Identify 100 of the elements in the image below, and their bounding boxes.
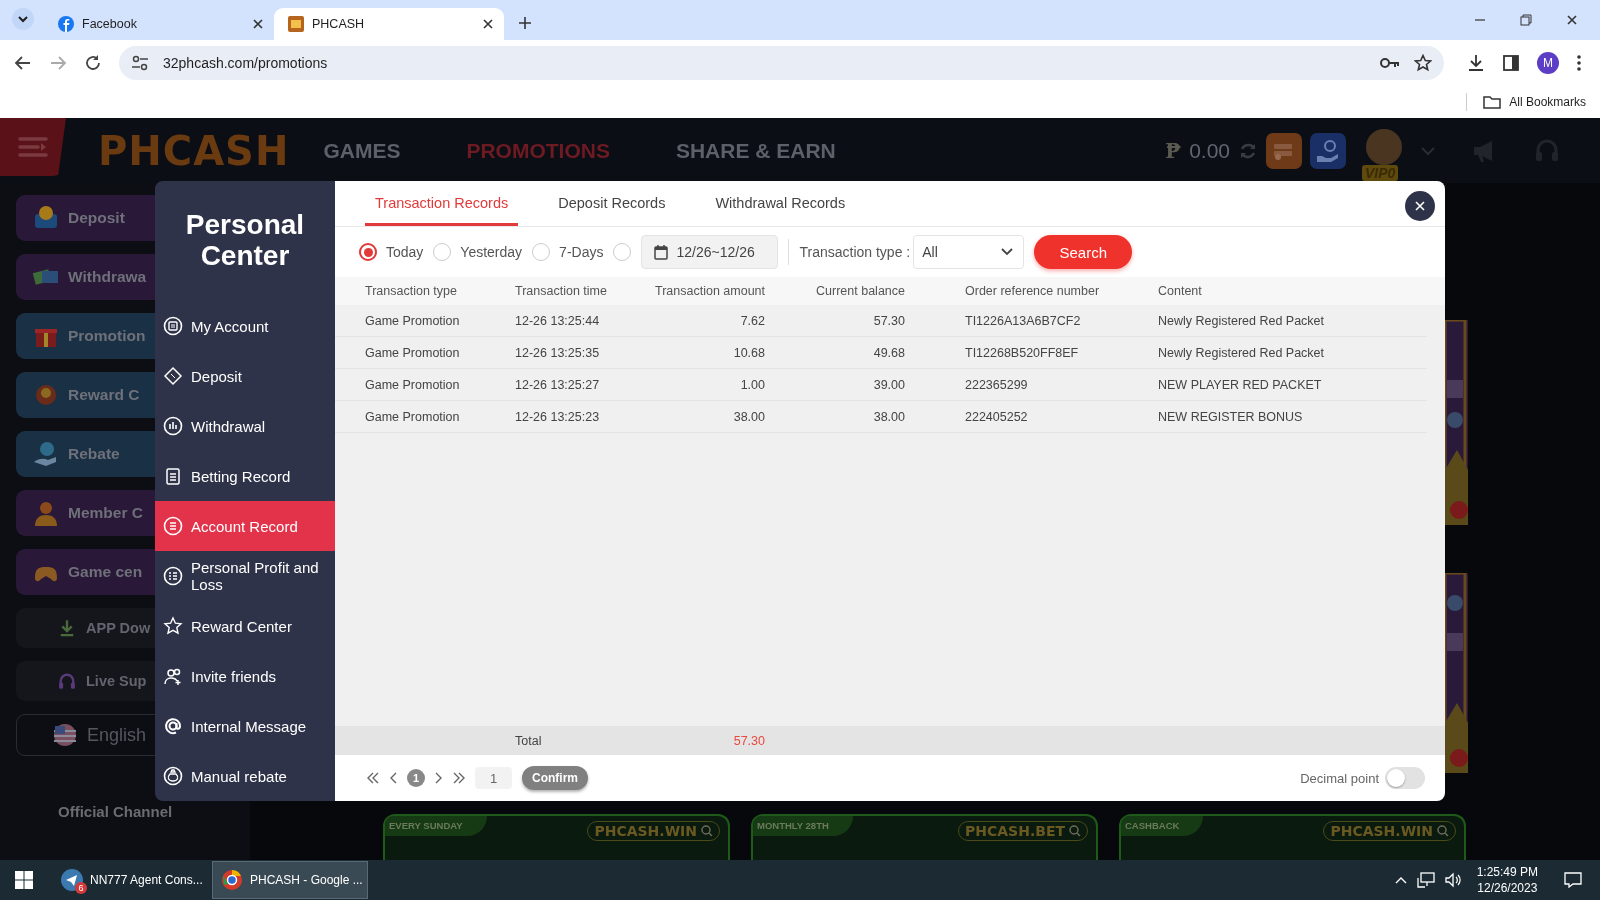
table-cell-text: TI1226A13A6B7CF2 xyxy=(964,313,1082,328)
menu-icon xyxy=(18,136,48,158)
close-icon[interactable] xyxy=(252,18,264,30)
chevron-up-icon[interactable] xyxy=(1394,876,1407,884)
clock-time: 1:25:49 PM xyxy=(1476,864,1538,880)
first-page-icon[interactable] xyxy=(367,772,379,784)
round-app-icon xyxy=(61,869,83,891)
column-header: Transaction time xyxy=(515,284,608,298)
square-logo-icon xyxy=(288,16,304,32)
page-input[interactable]: 1 xyxy=(475,767,512,789)
confirm-button[interactable]: Confirm xyxy=(522,766,588,790)
taskbar-app[interactable]: PHCASH - Google ... xyxy=(212,861,368,899)
network-icon[interactable] xyxy=(1416,872,1435,888)
section-heading: Official Channel xyxy=(57,803,174,820)
table-cell-text: 38.00 xyxy=(732,409,765,424)
side-panel-icon[interactable] xyxy=(1502,54,1520,72)
browser-tab[interactable]: PHCASH xyxy=(274,8,504,40)
toggle-switch[interactable] xyxy=(1385,767,1425,789)
star-icon[interactable] xyxy=(1414,54,1432,72)
table-cell-text: Newly Registered Red Packet xyxy=(1158,345,1326,360)
star-icon xyxy=(163,616,183,636)
page-number[interactable]: 1 xyxy=(407,769,425,787)
promo-tag: MONTHLY 28TH xyxy=(753,816,853,836)
plus-icon[interactable] xyxy=(518,16,532,30)
notification-badge: 6 xyxy=(75,882,87,894)
promo-tag: EVERY SUNDAY xyxy=(385,816,487,836)
date-range-field[interactable]: 12/26~12/26 xyxy=(641,235,779,269)
table-cell-text: 12-26 13:25:27 xyxy=(515,377,601,392)
withdraw-shortcut-button[interactable] xyxy=(1310,132,1346,169)
menu-item[interactable]: Account Record xyxy=(155,501,335,551)
table-cell-text: Game Promotion xyxy=(365,409,461,424)
search-button[interactable]: Search xyxy=(1034,235,1133,269)
promo-card[interactable]: MONTHLY 28TH PHCASH.BET xyxy=(751,814,1098,860)
table-cell-text: Newly Registered Red Packet xyxy=(1158,313,1326,328)
promo-card[interactable]: CASHBACK PHCASH.WIN xyxy=(1119,814,1466,860)
promo-tag: CASHBACK xyxy=(1121,816,1204,836)
list-icon xyxy=(163,566,183,586)
column-header: Current balance xyxy=(815,284,905,298)
address-bar[interactable]: 32phcash.com/promotions xyxy=(119,46,1444,80)
total-amount: 57.30 xyxy=(732,733,765,748)
radio-label: 7-Days xyxy=(559,244,604,260)
windows-logo-icon[interactable] xyxy=(15,871,33,889)
records-tab[interactable]: Withdrawal Records xyxy=(705,195,856,226)
table-cell-text: 57.30 xyxy=(872,313,905,328)
flag-icon xyxy=(51,721,79,749)
close-button[interactable] xyxy=(1405,191,1435,221)
records-tab[interactable]: Deposit Records xyxy=(548,195,676,226)
bookmarks-link[interactable]: All Bookmarks xyxy=(1509,95,1586,109)
table-cell-text: NEW PLAYER RED PACKET xyxy=(1158,377,1323,392)
column-header: Transaction amount xyxy=(655,284,765,298)
deposit-shortcut-button[interactable] xyxy=(1266,132,1302,169)
table-cell-text: NEW REGISTER BONUS xyxy=(1158,409,1304,424)
more-menu-icon[interactable] xyxy=(1576,54,1582,72)
search-icon xyxy=(1069,825,1081,837)
radio-label: Yesterday xyxy=(460,244,523,260)
volume-icon[interactable] xyxy=(1444,872,1461,888)
column-header: Transaction type xyxy=(365,284,458,298)
key-icon[interactable] xyxy=(1380,56,1400,70)
table-cell-text: 49.68 xyxy=(872,345,905,360)
folder-icon xyxy=(1483,95,1502,109)
download-icon[interactable] xyxy=(1467,54,1485,72)
column-header: Content xyxy=(1158,284,1203,298)
last-page-icon[interactable] xyxy=(453,772,465,784)
at-sign-icon xyxy=(163,716,183,736)
table-cell-text: 1.00 xyxy=(739,377,765,392)
table-cell-text: 12-26 13:25:44 xyxy=(515,313,601,328)
table-cell-text: 10.68 xyxy=(732,345,765,360)
nav-link[interactable]: GAMES xyxy=(323,138,401,163)
taskbar-app[interactable]: 6 NN777 Agent Cons... xyxy=(52,861,208,899)
table-cell-text: 222405252 xyxy=(964,409,1029,424)
table-cell-text: Game Promotion xyxy=(365,345,461,360)
calendar-icon xyxy=(654,244,669,260)
round-app-icon xyxy=(221,869,243,891)
next-page-icon[interactable] xyxy=(435,772,443,784)
table-cell-text: Game Promotion xyxy=(365,313,461,328)
close-icon[interactable] xyxy=(1566,14,1578,26)
people-icon xyxy=(163,666,183,686)
chevron-down-icon[interactable] xyxy=(12,8,34,30)
radio-button[interactable] xyxy=(359,243,377,261)
records-tab[interactable]: Transaction Records xyxy=(365,195,519,226)
tune-icon[interactable] xyxy=(131,54,149,72)
id-card-icon xyxy=(163,316,183,336)
previous-page-icon[interactable] xyxy=(389,772,397,784)
currency-sign: ₱ xyxy=(1165,138,1182,163)
back-icon[interactable] xyxy=(14,54,32,72)
type-dropdown[interactable]: All xyxy=(913,235,1025,269)
hand-coin-icon xyxy=(1316,138,1340,163)
field-label: Transaction type : xyxy=(799,244,911,260)
notification-icon[interactable] xyxy=(1564,872,1582,888)
balance-amount: 0.00 xyxy=(1189,138,1230,163)
nav-link[interactable]: SHARE & EARN xyxy=(675,138,836,163)
browser-tab[interactable]: Facebook xyxy=(44,8,274,40)
restore-icon[interactable] xyxy=(1520,14,1532,26)
profile-avatar[interactable]: M xyxy=(1537,52,1559,74)
toggle-label: Decimal point xyxy=(1300,770,1379,786)
table-cell-text: 38.00 xyxy=(872,409,905,424)
close-icon[interactable] xyxy=(482,18,494,30)
promo-card[interactable]: EVERY SUNDAY PHCASH.WIN xyxy=(383,814,730,860)
reload-icon[interactable] xyxy=(84,54,102,72)
clipboard-icon xyxy=(163,466,183,486)
